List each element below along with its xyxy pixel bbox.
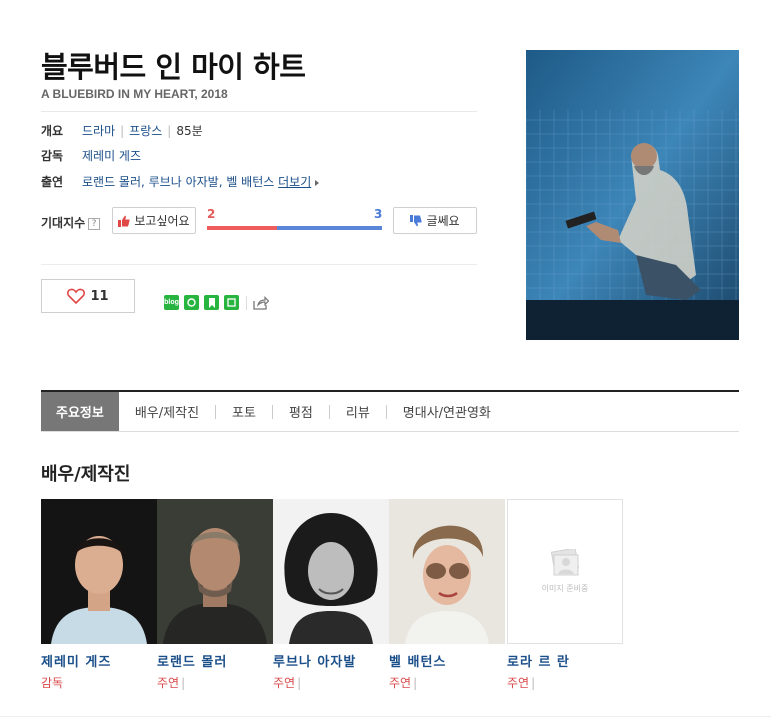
chevron-right-icon [315,179,320,186]
avatar[interactable] [157,499,273,644]
cast-links[interactable]: 로랜드 몰러, 루브나 아자발, 벨 배턴스 [82,175,274,189]
genre-link[interactable]: 드라마 [82,124,115,138]
avatar[interactable] [273,499,389,644]
want-label: 보고싶어요 [134,214,190,228]
more-link[interactable]: 더보기 [278,175,311,189]
not-button[interactable]: 글쎄요 [393,207,477,234]
cast-card[interactable]: 이미지 준비중 로라 르 란 주연 | [507,499,623,691]
divider [0,716,771,717]
not-count: 3 [374,207,383,221]
like-count: 11 [90,288,109,304]
tab-photo[interactable]: 포토 [216,392,272,431]
help-icon[interactable]: ? [88,217,101,230]
tab-rating[interactable]: 평점 [273,392,329,431]
thumbs-down-icon [410,214,422,226]
avatar[interactable] [389,499,505,644]
cast-name[interactable]: 루브나 아자발 [273,651,389,670]
cast-name[interactable]: 제레미 게즈 [41,651,157,670]
cast-card[interactable]: 로랜드 몰러 주연 | [157,499,273,691]
cast-row: 출연 로랜드 몰러, 루브나 아자발, 벨 배턴스 더보기 [41,173,320,190]
want-button[interactable]: 보고싶어요 [112,207,196,234]
tab-main-info[interactable]: 주요정보 [41,392,119,431]
want-bar-fill [207,226,277,230]
cast-role: 주연 | [157,676,186,690]
cast-role: 주연 | [507,676,536,690]
avatar-placeholder[interactable]: 이미지 준비중 [507,499,623,644]
movie-poster[interactable] [526,50,739,340]
divider [41,111,477,112]
tab-quotes-related[interactable]: 명대사/연관영화 [387,392,507,431]
cast-role: 주연 | [389,676,418,690]
tab-review[interactable]: 리뷰 [330,392,386,431]
tab-cast-crew[interactable]: 배우/제작진 [119,392,215,431]
cast-role: 감독 [41,676,64,690]
placeholder-text: 이미지 준비중 [541,584,589,593]
cast-role: 주연 | [273,676,302,690]
thumbs-up-icon [118,215,130,227]
tab-bar: 주요정보 배우/제작진 포토 평점 리뷰 명대사/연관영화 [41,390,739,432]
share-icon[interactable] [253,295,269,310]
director-row: 감독 제레미 게즈 [41,147,141,164]
want-count: 2 [207,207,216,221]
cast-name[interactable]: 벨 배턴스 [389,651,505,670]
like-button[interactable]: 11 [41,279,135,313]
director-label: 감독 [41,149,64,163]
overview-row: 개요 드라마 | 프랑스 | 85분 [41,124,203,138]
bookmark-icon[interactable] [204,295,219,310]
avatar[interactable] [41,499,157,644]
not-label: 글쎄요 [426,214,460,228]
blog-icon[interactable]: blog [164,295,179,310]
share-row: blog [164,295,269,310]
movie-title: 블루버드 인 마이 하트 [41,50,306,84]
expectation-label: 기대지수? [41,214,101,231]
cafe-icon[interactable] [184,295,199,310]
overview-label: 개요 [41,124,64,138]
expectation-bar [207,226,382,230]
memo-icon[interactable] [224,295,239,310]
image-placeholder-icon [550,549,580,576]
cast-label: 출연 [41,175,64,189]
section-title: 배우/제작진 [41,464,131,485]
poster-image [526,50,739,340]
cast-card[interactable]: 벨 배턴스 주연 | [389,499,505,691]
cast-card[interactable]: 제레미 게즈 감독 [41,499,157,691]
divider [41,264,477,265]
director-link[interactable]: 제레미 게즈 [82,149,141,163]
runtime: 85분 [176,124,203,138]
cast-name[interactable]: 로랜드 몰러 [157,651,273,670]
cast-name[interactable]: 로라 르 란 [507,651,623,670]
country-link[interactable]: 프랑스 [129,124,162,138]
cast-card[interactable]: 루브나 아자발 주연 | [273,499,389,691]
movie-subtitle: A BLUEBIRD IN MY HEART, 2018 [41,87,228,101]
heart-icon [67,288,86,304]
